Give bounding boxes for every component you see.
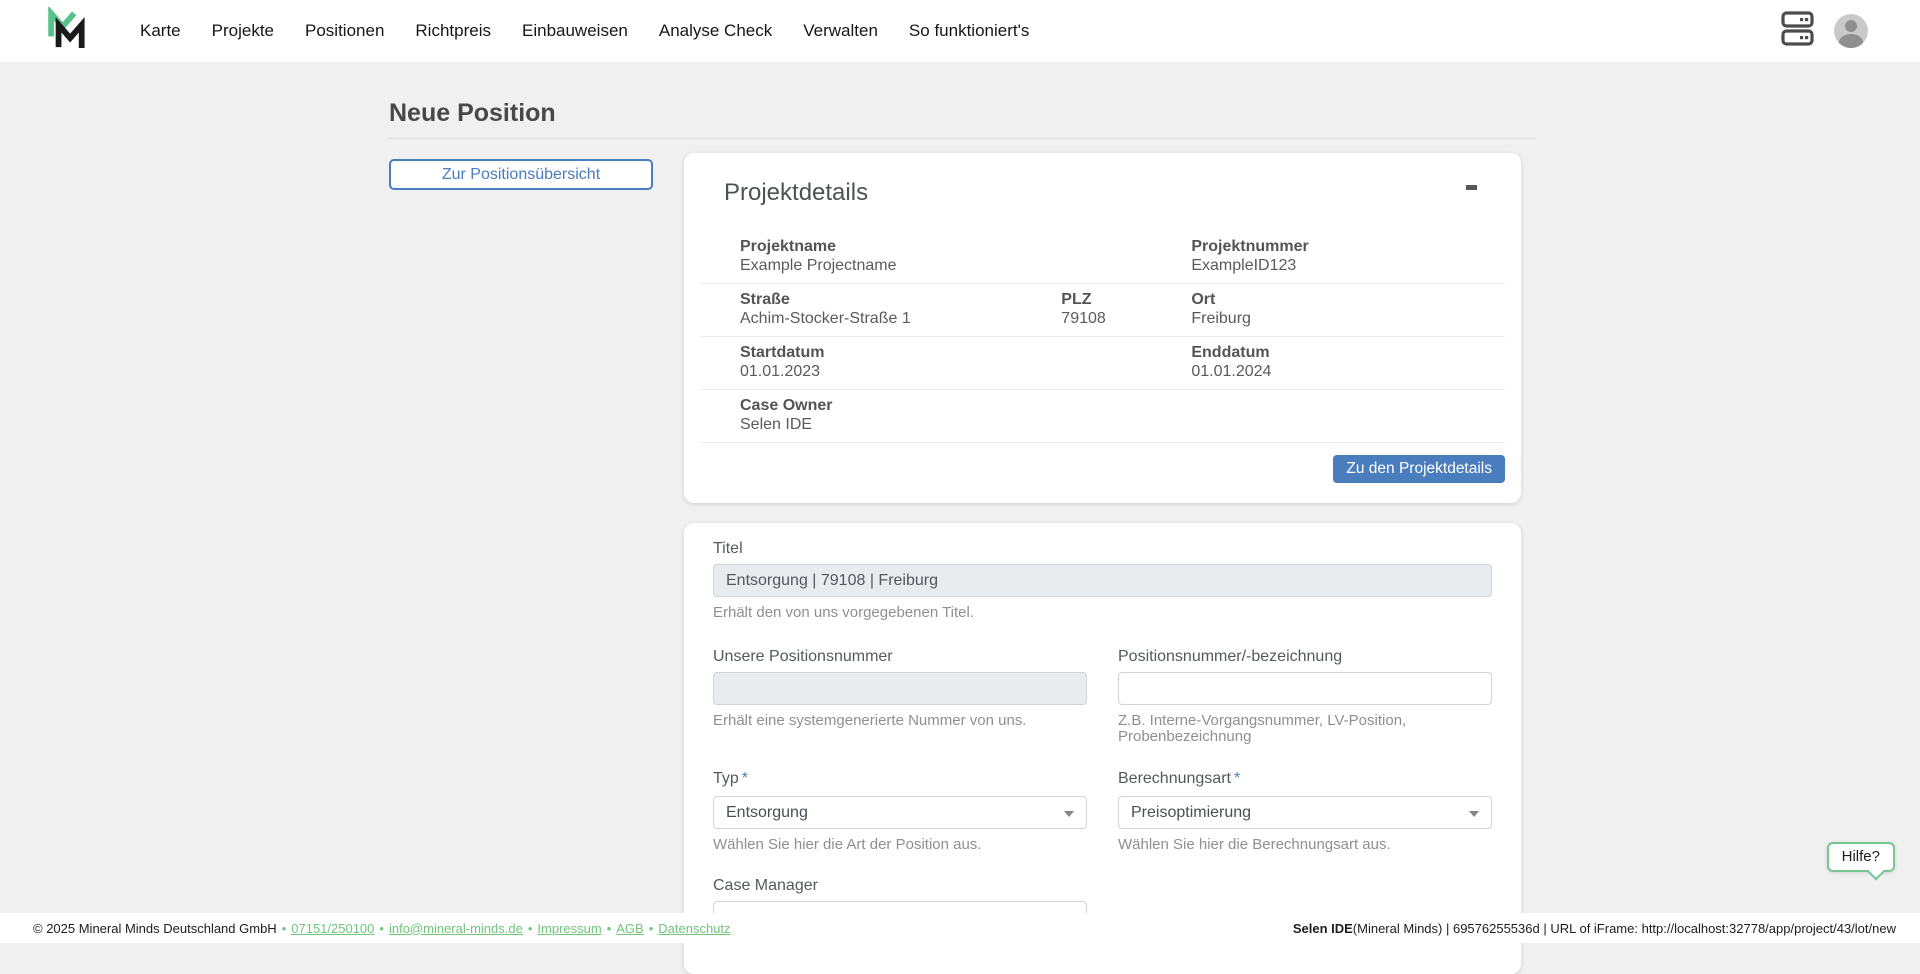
go-to-project-details-button[interactable]: Zu den Projektdetails: [1333, 455, 1505, 483]
session-user: Selen IDE: [1293, 921, 1353, 936]
nav-item-so-funktionierts[interactable]: So funktioniert's: [909, 21, 1029, 41]
avatar-shoulders: [1839, 34, 1863, 48]
title-divider: [389, 138, 1536, 139]
brand-logo[interactable]: [47, 7, 85, 56]
field-label: Startdatum: [740, 344, 1191, 361]
project-details-card: Projektdetails Projektname Example Proje…: [684, 153, 1521, 503]
our-number-label: Unsere Positionsnummer: [713, 648, 893, 665]
datenschutz-link[interactable]: Datenschutz: [658, 921, 730, 936]
typ-help-text: Wählen Sie hier die Art der Position aus…: [713, 837, 1087, 853]
footer-separator: •: [528, 921, 533, 936]
field-label: Enddatum: [1191, 344, 1505, 361]
footer: © 2025 Mineral Minds Deutschland GmbH • …: [0, 913, 1920, 943]
navbar: Karte Projekte Positionen Richtpreis Ein…: [0, 0, 1920, 62]
nav-item-positionen[interactable]: Positionen: [305, 21, 384, 41]
chevron-down-icon: [1064, 811, 1074, 817]
field-label: Projektname: [740, 238, 1191, 255]
server-stack-icon[interactable]: [1781, 10, 1814, 52]
copyright-text: © 2025 Mineral Minds Deutschland GmbH: [33, 921, 277, 936]
email-link[interactable]: info@mineral-minds.de: [389, 921, 523, 936]
help-button-label: Hilfe?: [1842, 848, 1880, 865]
our-number-input: [713, 672, 1087, 705]
detail-row: Straße Achim-Stocker-Straße 1 PLZ 79108 …: [700, 284, 1505, 337]
detail-row: Case Owner Selen IDE: [700, 390, 1505, 443]
speech-bubble-tail: [1868, 864, 1885, 881]
page-title: Neue Position: [389, 98, 1536, 128]
nav-item-projekte[interactable]: Projekte: [212, 21, 274, 41]
footer-separator: •: [282, 921, 287, 936]
nav-item-karte[interactable]: Karte: [140, 21, 181, 41]
impressum-link[interactable]: Impressum: [537, 921, 601, 936]
field-label: Straße: [740, 291, 1061, 308]
collapse-card-button[interactable]: [1464, 179, 1479, 196]
field-value: 01.01.2023: [740, 363, 1191, 380]
position-number-help-text: Z.B. Interne-Vorgangsnummer, LV-Position…: [1118, 713, 1492, 745]
case-manager-label: Case Manager: [713, 877, 818, 894]
back-to-positions-button[interactable]: Zur Positionsübersicht: [389, 159, 653, 190]
berechnungsart-field-group: Berechnungsart* Preisoptimierung Wählen …: [1118, 770, 1492, 853]
chevron-down-icon: [1469, 811, 1479, 817]
typ-label: Typ*: [713, 770, 748, 787]
field-label: Case Owner: [740, 397, 1505, 414]
titel-help-text: Erhält den von uns vorgegebenen Titel.: [713, 605, 1492, 621]
field-value: Achim-Stocker-Straße 1: [740, 310, 1061, 327]
field-label: PLZ: [1061, 291, 1191, 308]
nav-item-einbauweisen[interactable]: Einbauweisen: [522, 21, 628, 41]
field-value: 79108: [1061, 310, 1191, 327]
field-label: Projektnummer: [1191, 238, 1505, 255]
nav-item-richtpreis[interactable]: Richtpreis: [415, 21, 491, 41]
detail-row: Startdatum 01.01.2023 Enddatum 01.01.202…: [700, 337, 1505, 390]
titel-field-group: Titel Erhält den von uns vorgegebenen Ti…: [713, 540, 1492, 621]
field-value: Selen IDE: [740, 416, 1505, 433]
main-nav: Karte Projekte Positionen Richtpreis Ein…: [140, 21, 1029, 41]
nav-item-analyse-check[interactable]: Analyse Check: [659, 21, 772, 41]
our-number-field-group: Unsere Positionsnummer Erhält eine syste…: [713, 648, 1087, 745]
detail-row: Projektname Example Projectname Projektn…: [700, 231, 1505, 284]
typ-select[interactable]: Entsorgung: [713, 796, 1087, 829]
new-position-form-card: Titel Erhält den von uns vorgegebenen Ti…: [684, 523, 1521, 974]
berechnungsart-help-text: Wählen Sie hier die Berechnungsart aus.: [1118, 837, 1492, 853]
berechnungsart-label: Berechnungsart*: [1118, 770, 1240, 787]
titel-label: Titel: [713, 540, 743, 557]
position-number-input[interactable]: [1118, 672, 1492, 705]
minus-icon: [1466, 185, 1477, 190]
project-details-grid: Projektname Example Projectname Projektn…: [700, 231, 1505, 443]
required-asterisk: *: [742, 770, 748, 787]
typ-field-group: Typ* Entsorgung Wählen Sie hier die Art …: [713, 770, 1087, 853]
required-asterisk: *: [1234, 770, 1240, 787]
berechnungsart-select[interactable]: Preisoptimierung: [1118, 796, 1492, 829]
main-content: Neue Position Zur Positionsübersicht Pro…: [389, 98, 1536, 974]
field-value: ExampleID123: [1191, 257, 1505, 274]
titel-input: [713, 564, 1492, 597]
our-number-help-text: Erhält eine systemgenerierte Nummer von …: [713, 713, 1087, 729]
project-card-title: Projektdetails: [724, 179, 868, 207]
help-button[interactable]: Hilfe?: [1827, 842, 1895, 872]
position-number-field-group: Positionsnummer/-bezeichnung Z.B. Intern…: [1118, 648, 1492, 745]
berechnungsart-selected-value: Preisoptimierung: [1131, 804, 1251, 822]
field-value: 01.01.2024: [1191, 363, 1505, 380]
field-value: Freiburg: [1191, 310, 1505, 327]
mineral-minds-logo-icon: [47, 7, 85, 56]
nav-item-verwalten[interactable]: Verwalten: [803, 21, 878, 41]
typ-selected-value: Entsorgung: [726, 804, 808, 822]
field-value: Example Projectname: [740, 257, 1191, 274]
phone-link[interactable]: 07151/250100: [291, 921, 374, 936]
footer-separator: •: [379, 921, 384, 936]
position-number-label: Positionsnummer/-bezeichnung: [1118, 648, 1342, 665]
user-avatar-icon[interactable]: [1834, 14, 1868, 48]
footer-separator: •: [607, 921, 612, 936]
session-info: (Mineral Minds) | 69576255536d | URL of …: [1353, 921, 1896, 936]
field-label: Ort: [1191, 291, 1505, 308]
avatar-head: [1845, 20, 1857, 32]
footer-separator: •: [649, 921, 654, 936]
agb-link[interactable]: AGB: [616, 921, 643, 936]
